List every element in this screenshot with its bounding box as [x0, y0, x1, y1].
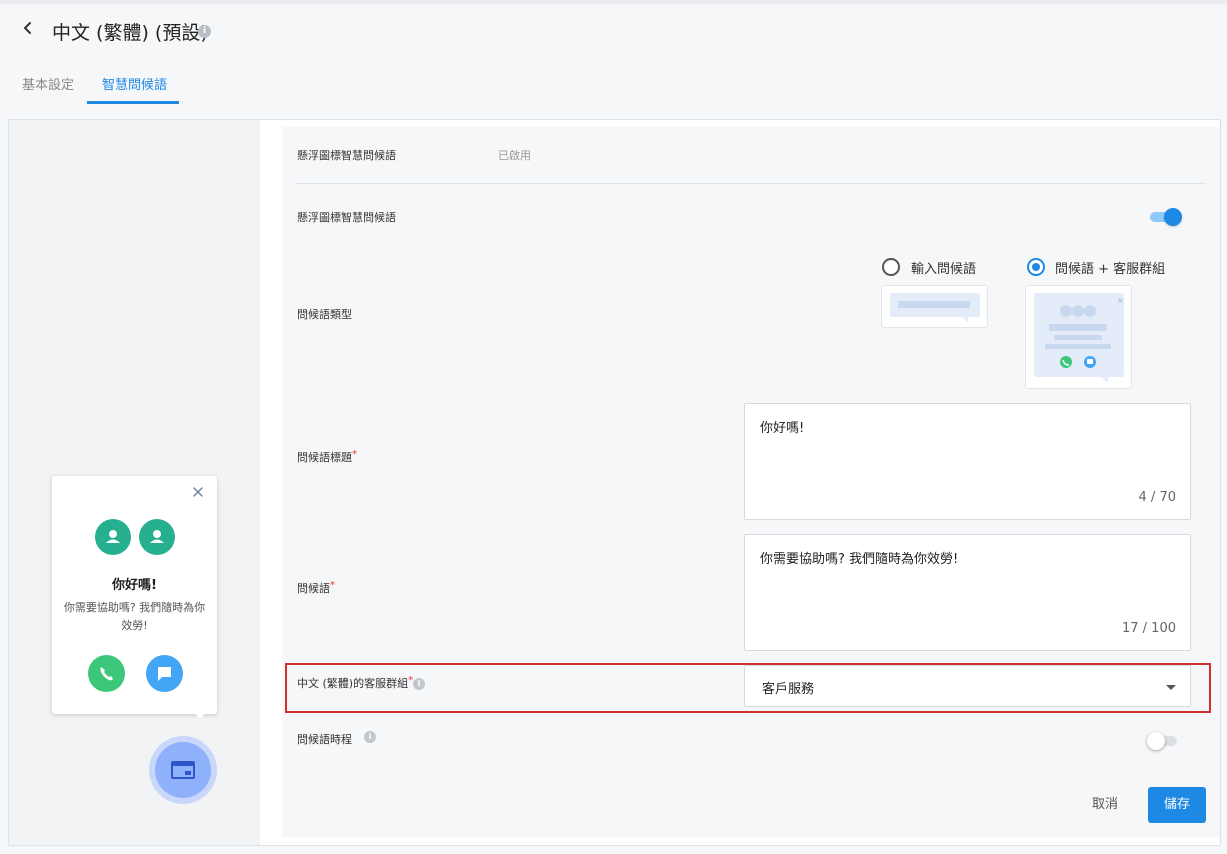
avatar	[139, 519, 175, 555]
summary-status: 已啟用	[498, 149, 531, 162]
active-tab-indicator	[87, 101, 179, 104]
info-icon[interactable]: i	[198, 25, 211, 38]
launcher-icon	[171, 761, 195, 779]
service-group-label: 中文 (繁體)的客服群組*	[297, 675, 414, 690]
chevron-down-icon	[1166, 685, 1176, 690]
phone-icon	[100, 667, 113, 681]
divider	[296, 183, 1206, 184]
greeting-message-label: 問候語*	[297, 580, 335, 595]
greeting-type-thumbnail-group[interactable]: ×	[1025, 285, 1132, 389]
greeting-message-input[interactable]: 你需要協助嗎? 我們隨時為你效勞! 17 / 100	[744, 534, 1191, 651]
user-icon	[150, 530, 164, 543]
info-icon[interactable]: i	[413, 678, 425, 690]
radio-input-greeting[interactable]	[882, 258, 900, 276]
floating-launcher-button[interactable]	[155, 742, 211, 798]
tab-basic-settings[interactable]: 基本設定	[22, 74, 74, 93]
greeting-title-value: 你好嗎!	[760, 421, 805, 436]
svg-text:×: ×	[1117, 296, 1124, 305]
schedule-toggle[interactable]	[1147, 731, 1181, 751]
radio-greeting-with-group-label[interactable]: 問候語 + 客服群組	[1055, 258, 1165, 277]
speech-bubble-icon	[890, 293, 980, 322]
cancel-button[interactable]: 取消	[1080, 793, 1130, 817]
info-icon[interactable]: i	[364, 731, 376, 743]
enable-toggle-label: 懸浮圖標智慧問候語	[297, 211, 396, 224]
user-icon	[106, 530, 120, 543]
greeting-title-input[interactable]: 你好嗎! 4 / 70	[744, 403, 1191, 520]
summary-label: 懸浮圖標智慧問候語	[297, 149, 396, 162]
greeting-message-counter: 17 / 100	[1122, 621, 1176, 636]
greeting-type-label: 問候語類型	[297, 308, 352, 321]
save-button[interactable]: 儲存	[1148, 787, 1206, 823]
chat-button[interactable]	[146, 655, 183, 692]
greeting-title-label: 問候語標題*	[297, 449, 357, 464]
page-title: 中文 (繁體) (預設)	[52, 22, 208, 44]
radio-greeting-with-group[interactable]	[1027, 258, 1045, 276]
radio-input-greeting-label[interactable]: 輸入問候語	[911, 258, 976, 277]
service-group-select[interactable]: 客戶服務	[744, 665, 1191, 707]
phone-button[interactable]	[88, 655, 125, 692]
service-group-value: 客戶服務	[762, 682, 815, 697]
avatar	[95, 519, 131, 555]
schedule-label: 問候語時程	[297, 733, 352, 746]
greeting-message-value: 你需要協助嗎? 我們隨時為你效勞!	[760, 552, 959, 567]
chat-icon	[158, 667, 171, 681]
preview-title: 你好嗎!	[112, 578, 157, 593]
greeting-preview-card	[52, 476, 217, 714]
greeting-title-counter: 4 / 70	[1138, 490, 1176, 505]
group-greeting-preview-icon: ×	[1034, 293, 1124, 383]
preview-tail	[194, 712, 206, 719]
back-arrow-icon[interactable]	[18, 18, 38, 38]
tab-smart-greeting[interactable]: 智慧問候語	[102, 74, 167, 93]
enable-greeting-toggle[interactable]	[1148, 207, 1182, 227]
close-icon[interactable]	[192, 486, 204, 498]
preview-body: 你需要協助嗎? 我們隨時為你效勞!	[63, 601, 206, 632]
greeting-type-thumbnail-text[interactable]	[881, 285, 988, 328]
